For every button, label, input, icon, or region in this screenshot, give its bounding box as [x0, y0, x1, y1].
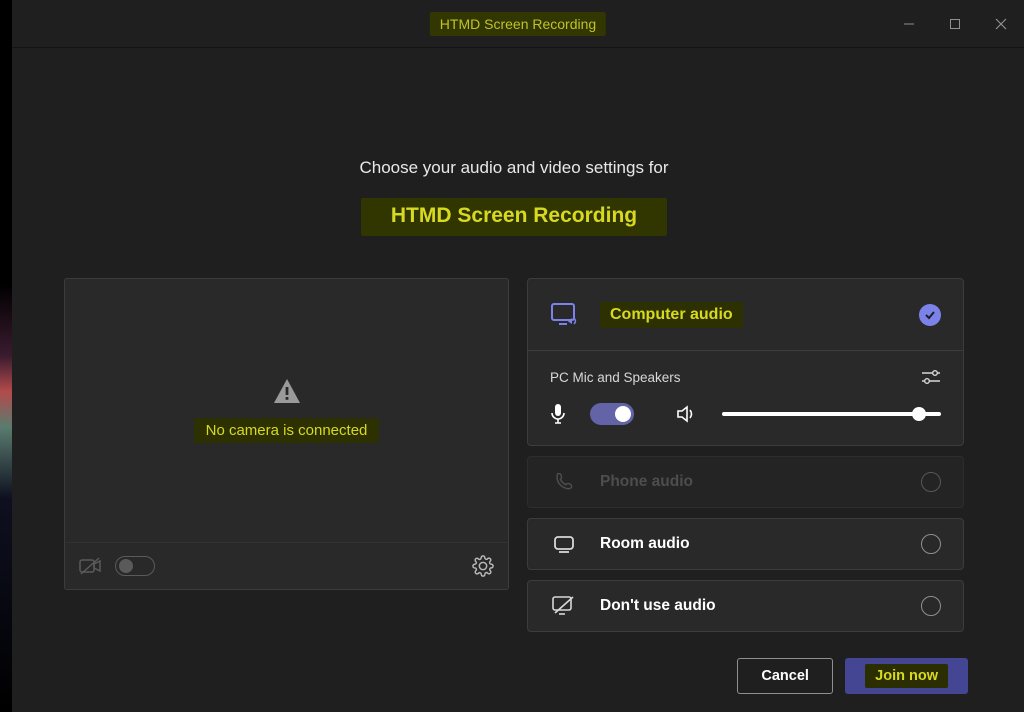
camera-toolbar [64, 542, 509, 590]
audio-panel: Computer audio PC Mic and Speakers [527, 278, 964, 632]
volume-slider[interactable] [722, 412, 941, 416]
monitor-sound-icon [550, 302, 580, 328]
room-audio-radio[interactable] [921, 534, 941, 554]
camera-preview: No camera is connected [64, 278, 509, 542]
heading-subtitle: Choose your audio and video settings for [64, 158, 964, 178]
no-audio-radio[interactable] [921, 596, 941, 616]
no-audio-label: Don't use audio [600, 597, 716, 615]
audio-option-room[interactable]: Room audio [527, 518, 964, 570]
audio-option-none[interactable]: Don't use audio [527, 580, 964, 632]
close-icon [995, 18, 1007, 30]
cancel-button[interactable]: Cancel [737, 658, 833, 694]
camera-toggle[interactable] [115, 556, 155, 576]
device-settings-icon[interactable] [921, 369, 941, 385]
audio-option-computer[interactable]: Computer audio PC Mic and Speakers [527, 278, 964, 446]
camera-off-icon [79, 556, 103, 576]
maximize-icon [949, 18, 961, 30]
maximize-button[interactable] [932, 0, 978, 48]
phone-audio-label: Phone audio [600, 473, 693, 491]
minimize-button[interactable] [886, 0, 932, 48]
heading-block: Choose your audio and video settings for… [64, 158, 964, 236]
audio-option-computer-header[interactable]: Computer audio [528, 279, 963, 351]
warning-icon [273, 378, 301, 404]
content-area: Choose your audio and video settings for… [12, 48, 1024, 632]
close-button[interactable] [978, 0, 1024, 48]
join-now-button[interactable]: Join now [845, 658, 968, 694]
room-audio-label: Room audio [600, 535, 690, 553]
room-icon [552, 534, 576, 554]
gear-icon[interactable] [472, 555, 494, 577]
phone-audio-radio [921, 472, 941, 492]
window-controls [886, 0, 1024, 48]
no-camera-message: No camera is connected [194, 418, 380, 443]
meeting-name: HTMD Screen Recording [361, 198, 667, 236]
phone-icon [553, 471, 575, 493]
mic-icon [550, 403, 566, 425]
settings-panels: No camera is connected [64, 278, 964, 632]
minimize-icon [903, 18, 915, 30]
desktop-background-sliver [0, 0, 12, 712]
mic-toggle[interactable] [590, 403, 634, 425]
no-audio-icon [551, 595, 577, 617]
titlebar: HTMD Screen Recording [12, 0, 1024, 48]
meeting-join-window: HTMD Screen Recording Choose your audio … [12, 0, 1024, 712]
volume-slider-thumb[interactable] [912, 407, 926, 421]
camera-panel: No camera is connected [64, 278, 509, 632]
join-now-label: Join now [865, 664, 948, 688]
window-title: HTMD Screen Recording [430, 12, 606, 36]
computer-audio-label: Computer audio [600, 302, 743, 328]
device-name-label: PC Mic and Speakers [550, 370, 681, 385]
footer-actions: Cancel Join now [737, 658, 968, 694]
computer-audio-body: PC Mic and Speakers [528, 351, 963, 445]
speaker-icon [676, 404, 698, 424]
audio-option-phone: Phone audio [527, 456, 964, 508]
selected-check-icon [919, 304, 941, 326]
